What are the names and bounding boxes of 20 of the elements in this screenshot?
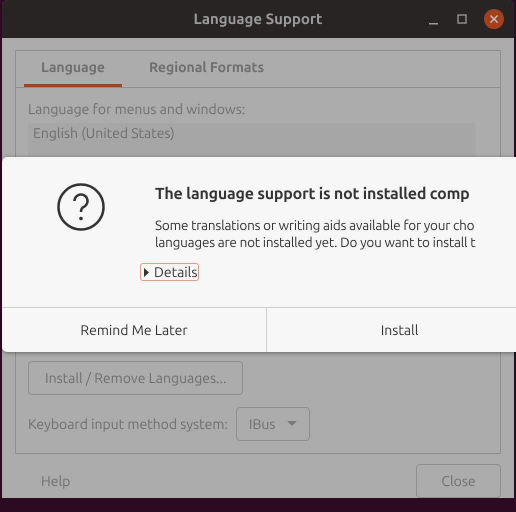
help-button[interactable]: Help [15,464,96,498]
dialog-button[interactable]: Install [267,308,516,352]
dialog-message: languages are not installed yet. Do you want to install t [155,234,476,251]
tab[interactable]: Language [24,50,122,87]
tab[interactable]: Regional Formats [132,50,282,87]
expander-arrow-icon [144,268,150,276]
input-method-dropdown[interactable]: IBus [236,407,310,441]
details-expander[interactable]: Details [140,263,200,281]
close-button[interactable]: Close [416,464,501,498]
dialog-title: The language support is not installed comp [155,184,471,204]
maximize-icon[interactable] [456,12,468,25]
section-label: Language for menus and windows: [28,100,246,119]
dialog-button[interactable]: Remind Me Later [2,308,268,352]
caret-icon [287,421,298,427]
window-title: Language Support [192,8,324,29]
input-method-label: Keyboard input method system: [28,414,228,434]
install-remove-languages-button[interactable]: Install / Remove Languages... [28,361,244,395]
close-icon[interactable] [484,8,504,29]
dialog-message: Some translations or writing aids available for your cho [155,217,476,234]
question-icon [56,182,106,232]
